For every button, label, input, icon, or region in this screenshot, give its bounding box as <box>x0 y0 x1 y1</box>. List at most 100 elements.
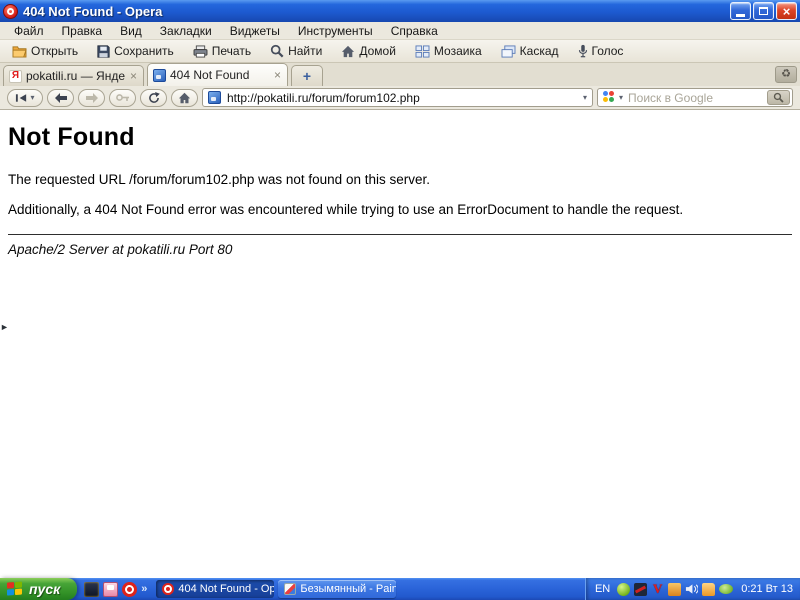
yandex-favicon-icon: Я <box>9 70 22 83</box>
page-favicon-icon <box>153 69 166 82</box>
home-icon <box>341 45 355 58</box>
server-signature: Apache/2 Server at pokatili.ru Port 80 <box>8 242 792 257</box>
task-opera-icon <box>162 583 174 595</box>
tray-network-icon[interactable] <box>634 583 647 596</box>
tray-update-icon[interactable] <box>668 583 681 596</box>
address-dropdown-icon[interactable]: ▾ <box>583 94 587 102</box>
clock: 0:21 Вт 13 <box>737 583 793 595</box>
search-go-icon <box>773 92 784 103</box>
menu-tools[interactable]: Инструменты <box>289 23 382 39</box>
tab-404-not-found[interactable]: 404 Not Found × <box>147 63 288 86</box>
language-indicator[interactable]: EN <box>595 583 613 595</box>
save-label: Сохранить <box>114 44 174 58</box>
quicklaunch-overflow-icon[interactable]: » <box>141 583 147 595</box>
taskbar-item-opera[interactable]: 404 Not Found - Opera <box>156 580 274 598</box>
cascade-label: Каскад <box>520 44 559 58</box>
key-icon <box>116 93 130 102</box>
voice-label: Голос <box>592 44 624 58</box>
menu-view[interactable]: Вид <box>111 23 151 39</box>
search-input[interactable] <box>626 90 764 106</box>
find-button[interactable]: Найти <box>263 43 329 59</box>
back-button[interactable] <box>47 89 74 107</box>
find-label: Найти <box>288 44 322 58</box>
tray-antivirus-icon[interactable] <box>617 583 630 596</box>
taskbar-item-paint[interactable]: Безымянный - Paint <box>278 580 396 598</box>
cascade-button[interactable]: Каскад <box>494 43 566 59</box>
system-tray: EN V 0:21 Вт 13 <box>585 578 800 600</box>
closed-tabs-button[interactable]: ♻ <box>775 66 797 83</box>
print-label: Печать <box>212 44 251 58</box>
menu-widgets[interactable]: Виджеты <box>221 23 289 39</box>
page-content: Not Found The requested URL /forum/forum… <box>0 111 800 578</box>
minimize-button[interactable] <box>730 2 751 20</box>
quicklaunch-app-icon[interactable] <box>84 582 99 597</box>
start-label: пуск <box>29 581 60 597</box>
open-label: Открыть <box>31 44 78 58</box>
tile-label: Мозаика <box>434 44 482 58</box>
start-button[interactable]: пуск <box>0 578 77 600</box>
tile-button[interactable]: Мозаика <box>408 43 489 59</box>
quicklaunch-opera-icon[interactable] <box>122 582 137 597</box>
divider <box>8 234 792 235</box>
search-box[interactable]: ▾ <box>597 88 793 107</box>
fast-forward-button[interactable] <box>109 89 136 107</box>
error-line-1: The requested URL /forum/forum102.php wa… <box>8 172 792 187</box>
new-tab-button[interactable]: + <box>291 65 323 86</box>
home-nav-icon <box>178 92 191 104</box>
reload-button[interactable] <box>140 89 167 107</box>
home-toolbar-button[interactable]: Домой <box>334 43 403 59</box>
print-button[interactable]: Печать <box>186 43 258 59</box>
task-opera-label: 404 Not Found - Opera <box>178 583 274 595</box>
printer-icon <box>193 45 208 58</box>
tile-windows-icon <box>415 45 430 58</box>
voice-button[interactable]: Голос <box>571 43 631 59</box>
opera-logo-icon <box>3 4 18 19</box>
window-title: 404 Not Found - Opera <box>23 4 730 19</box>
search-go-button[interactable] <box>767 90 790 105</box>
menu-file[interactable]: Файл <box>5 23 53 39</box>
tray-v-icon[interactable]: V <box>651 583 664 596</box>
windows-logo-icon <box>7 581 24 597</box>
tray-gpu-icon[interactable] <box>719 584 733 594</box>
tabbar: Я pokatili.ru — Яндекс: ... × 404 Not Fo… <box>0 63 800 86</box>
restore-button[interactable] <box>753 2 774 20</box>
menu-edit[interactable]: Правка <box>53 23 112 39</box>
address-field[interactable]: ▾ <box>202 88 593 107</box>
titlebar: 404 Not Found - Opera × <box>0 0 800 22</box>
tab-404-close-icon[interactable]: × <box>273 69 282 81</box>
url-input[interactable] <box>225 90 579 106</box>
home-label: Домой <box>359 44 396 58</box>
search-engine-dropdown-icon[interactable]: ▾ <box>619 94 623 102</box>
tab-404-label: 404 Not Found <box>170 68 269 82</box>
rewind-icon <box>15 93 28 103</box>
reload-icon <box>148 92 160 104</box>
folder-icon <box>12 45 27 58</box>
close-icon: × <box>783 5 791 18</box>
forward-button[interactable] <box>78 89 105 107</box>
open-button[interactable]: Открыть <box>5 43 85 59</box>
tab-yandex-close-icon[interactable]: × <box>129 70 138 82</box>
address-favicon-icon <box>208 91 221 104</box>
save-button[interactable]: Сохранить <box>90 43 181 59</box>
menubar: Файл Правка Вид Закладки Виджеты Инструм… <box>0 22 800 40</box>
tab-yandex[interactable]: Я pokatili.ru — Яндекс: ... × <box>3 65 144 86</box>
error-line-2: Additionally, a 404 Not Found error was … <box>8 202 792 217</box>
page-title: Not Found <box>8 123 792 152</box>
cascade-windows-icon <box>501 45 516 58</box>
tray-volume-icon[interactable] <box>685 583 698 596</box>
magnifier-icon <box>270 44 284 58</box>
menu-help[interactable]: Справка <box>382 23 447 39</box>
menu-bookmarks[interactable]: Закладки <box>151 23 221 39</box>
rewind-dropdown-icon: ▾ <box>30 94 34 102</box>
task-paint-label: Безымянный - Paint <box>300 583 396 595</box>
home-nav-button[interactable] <box>171 89 198 107</box>
quicklaunch-paint-icon[interactable] <box>103 582 118 597</box>
restore-icon <box>759 7 768 15</box>
panel-toggle[interactable]: ► <box>0 323 9 332</box>
main-toolbar: Открыть Сохранить Печать Найти Домой Моз… <box>0 40 800 63</box>
close-button[interactable]: × <box>776 2 797 20</box>
rewind-button[interactable]: ▾ <box>7 89 43 107</box>
task-paint-icon <box>284 583 296 595</box>
tray-folder-icon[interactable] <box>702 583 715 596</box>
quick-launch: » <box>77 582 154 597</box>
